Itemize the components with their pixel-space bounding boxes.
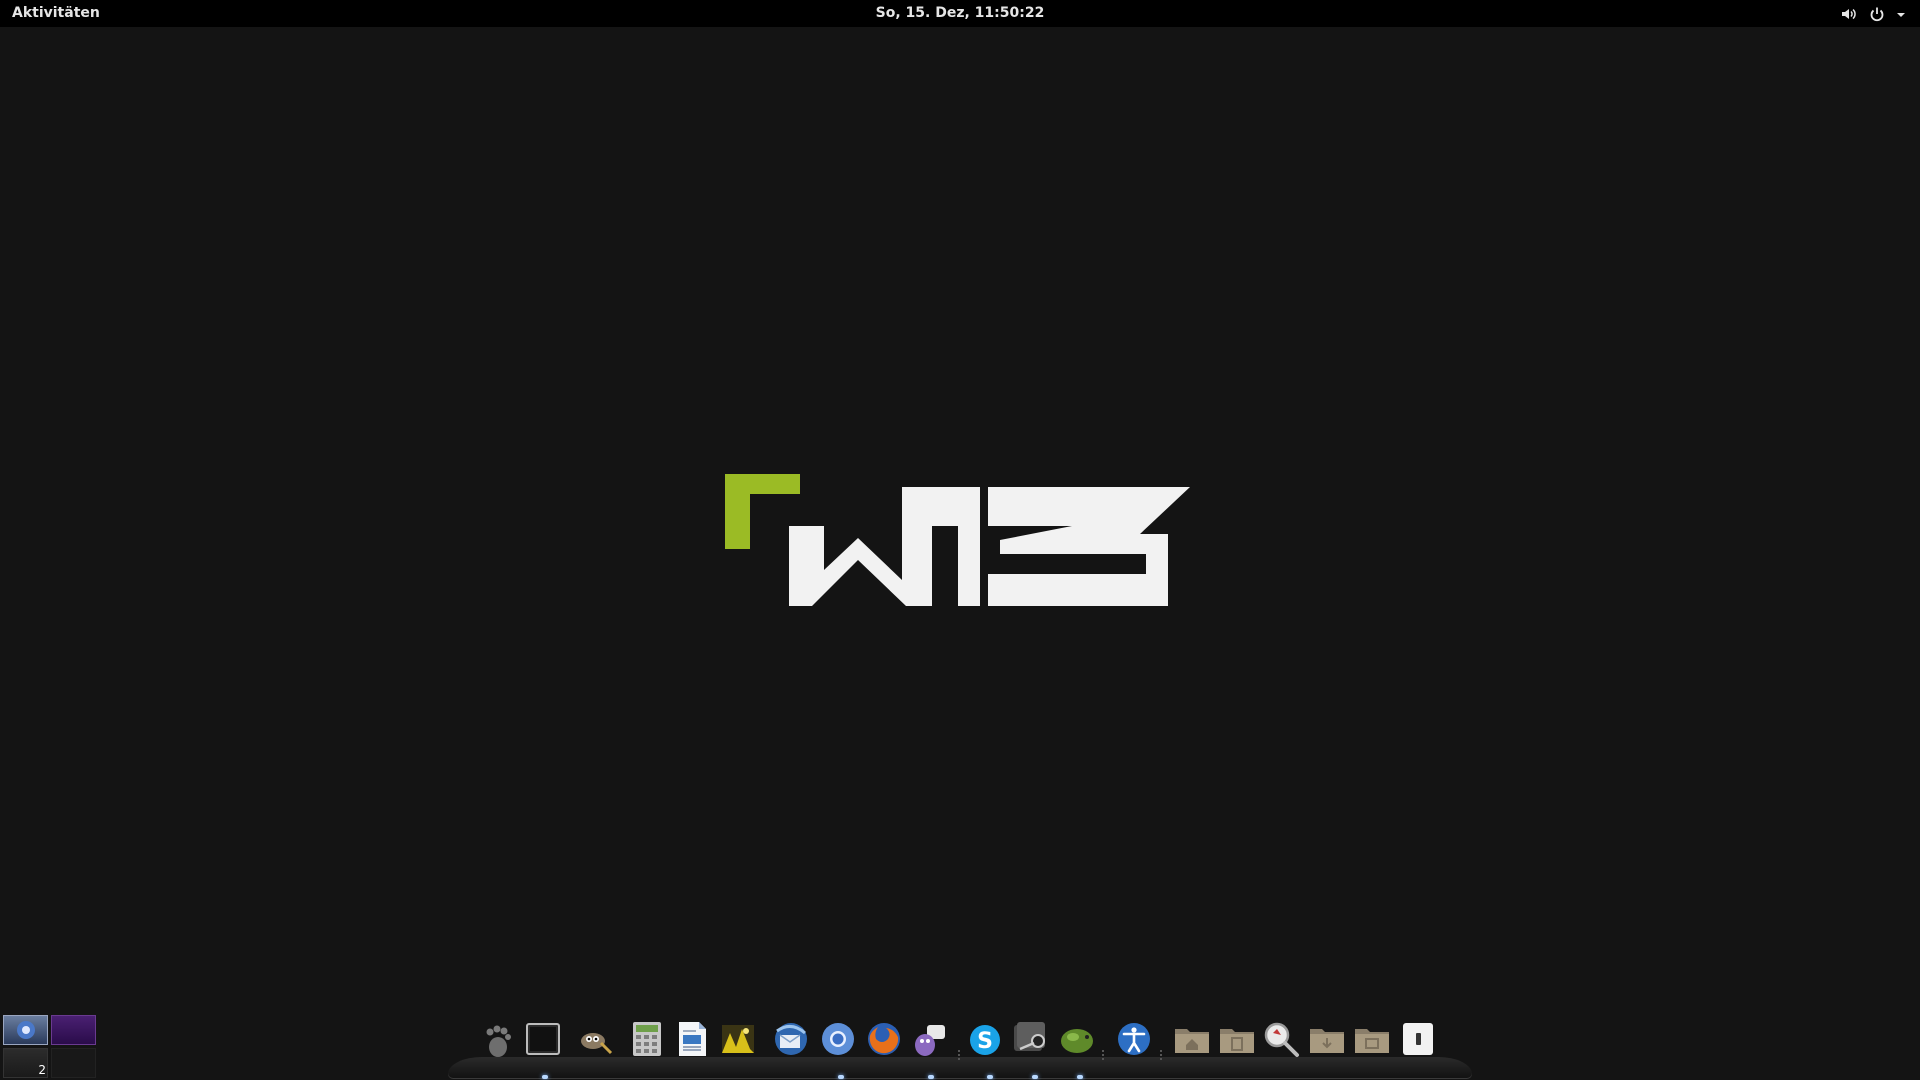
dock-item-text-editor[interactable] xyxy=(672,1019,712,1063)
home-folder-icon xyxy=(1175,1029,1209,1053)
dock-item-pidgin[interactable] xyxy=(909,1019,949,1063)
search-icon xyxy=(1264,1022,1299,1057)
system-tray xyxy=(1840,0,1906,27)
workspace-3[interactable]: 2 xyxy=(3,1048,48,1078)
thunderbird-icon xyxy=(775,1023,807,1055)
dock-item-steam[interactable] xyxy=(1010,1019,1050,1063)
dock-separator xyxy=(1160,1050,1170,1060)
dock-item-calculator[interactable] xyxy=(627,1019,667,1063)
dock-item-documents-folder[interactable] xyxy=(1217,1019,1257,1063)
dock-item-chromium[interactable] xyxy=(818,1019,858,1063)
steam-icon xyxy=(1014,1022,1045,1051)
downloads-folder-icon xyxy=(1310,1029,1344,1053)
logo-lettering xyxy=(789,487,1190,606)
dock-item-firefox[interactable] xyxy=(864,1019,904,1063)
activities-button[interactable]: Aktivitäten xyxy=(12,0,100,27)
dock-item-terminal[interactable] xyxy=(523,1019,563,1063)
chromium-icon xyxy=(17,1021,35,1039)
terminal-icon xyxy=(526,1023,560,1055)
dock-item-home-folder[interactable] xyxy=(1172,1019,1212,1063)
calculator-icon xyxy=(633,1022,661,1056)
dock-item-accessibility[interactable] xyxy=(1114,1019,1154,1063)
chromium-icon xyxy=(822,1023,854,1055)
dock-item-downloads-folder[interactable] xyxy=(1307,1019,1347,1063)
dock-item-skype[interactable]: S xyxy=(965,1019,1005,1063)
power-icon[interactable] xyxy=(1868,5,1886,23)
running-indicator xyxy=(1077,1075,1083,1079)
pictures-folder-icon xyxy=(1355,1029,1389,1053)
accessibility-icon xyxy=(1118,1023,1150,1055)
documents-folder-icon xyxy=(1220,1029,1254,1053)
workspace-pager: 2 xyxy=(3,1015,99,1078)
workspace-4[interactable] xyxy=(51,1048,96,1078)
dock-item-gnome[interactable] xyxy=(478,1019,518,1063)
pidgin-icon xyxy=(915,1025,945,1056)
dock-item-thunderbird[interactable] xyxy=(771,1019,811,1063)
workspace-number: 2 xyxy=(38,1063,46,1077)
wallpaper-logo xyxy=(725,474,1190,606)
dock-item-pictures-folder[interactable] xyxy=(1352,1019,1392,1063)
cheese-icon xyxy=(1061,1029,1093,1053)
dock-item-removable-drive[interactable] xyxy=(1398,1019,1438,1063)
image-viewer-icon xyxy=(722,1025,754,1053)
firefox-icon xyxy=(868,1023,900,1055)
running-indicator xyxy=(838,1075,844,1079)
gnome-foot-icon xyxy=(486,1025,511,1057)
running-indicator xyxy=(928,1075,934,1079)
dock-item-gimp[interactable] xyxy=(575,1019,615,1063)
dock-item-search[interactable] xyxy=(1261,1019,1301,1063)
dock-separator xyxy=(958,1050,968,1060)
running-indicator xyxy=(542,1075,548,1079)
dock-item-image-viewer[interactable] xyxy=(718,1019,758,1063)
dock-separator xyxy=(1102,1050,1112,1060)
top-panel: Aktivitäten So, 15. Dez, 11:50:22 xyxy=(0,0,1920,27)
clock-button[interactable]: So, 15. Dez, 11:50:22 xyxy=(876,5,1045,21)
running-indicator xyxy=(987,1075,993,1079)
skype-icon: S xyxy=(970,1025,1000,1055)
clock-area: So, 15. Dez, 11:50:22 xyxy=(0,0,1920,27)
desktop: Aktivitäten So, 15. Dez, 11:50:22 2 S xyxy=(0,0,1920,1080)
gimp-icon xyxy=(581,1033,613,1055)
removable-drive-icon xyxy=(1403,1023,1433,1055)
speaker-icon[interactable] xyxy=(1840,5,1858,23)
svg-text:S: S xyxy=(977,1029,993,1054)
running-indicator xyxy=(1032,1075,1038,1079)
dock-item-cheese[interactable] xyxy=(1057,1019,1097,1063)
chevron-down-icon[interactable] xyxy=(1896,5,1906,23)
logo-accent-bracket xyxy=(725,474,800,549)
text-editor-icon xyxy=(679,1022,706,1056)
workspace-1[interactable] xyxy=(3,1015,48,1045)
workspace-2[interactable] xyxy=(51,1015,96,1045)
